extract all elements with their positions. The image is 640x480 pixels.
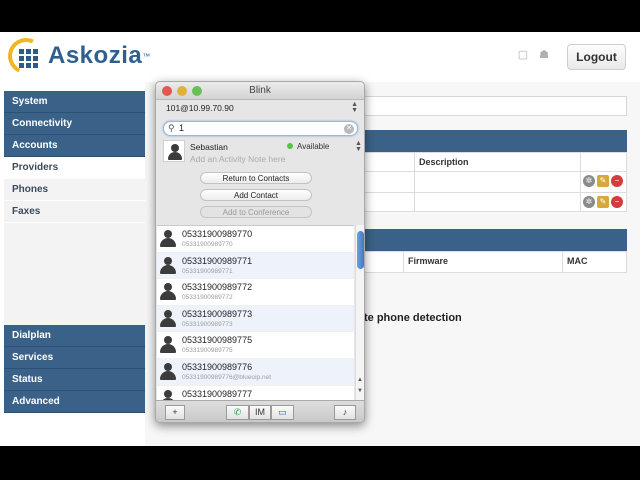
settings-icon[interactable]: ✲: [583, 175, 595, 187]
presence-status[interactable]: Available: [287, 142, 329, 151]
audio-call-icon[interactable]: ✆: [226, 405, 249, 420]
blink-window: Blink 101@10.99.70.90 ▲ ▼ ⚲ 1 ✕ Sebastian…: [155, 81, 365, 423]
window-title: Blink: [249, 85, 271, 96]
edit-icon[interactable]: ✎: [597, 196, 609, 208]
person-icon: [159, 389, 177, 400]
return-to-contacts-button[interactable]: Return to Contacts: [200, 172, 312, 184]
contact-row[interactable]: 05331900989775 05331900989775: [157, 332, 354, 359]
user-icon[interactable]: ☗: [538, 49, 550, 61]
nav-connectivity[interactable]: Connectivity: [4, 113, 145, 135]
phones-column-firmware: Firmware: [408, 256, 449, 266]
nav-phones[interactable]: Phones: [4, 179, 145, 201]
phones-table-header-bar: [360, 229, 627, 251]
nav-system[interactable]: System: [4, 91, 145, 113]
contact-search-results: 05331900989770 05331900989770 0533190098…: [157, 225, 354, 400]
account-label: 101@10.99.70.90: [166, 103, 234, 113]
im-button[interactable]: IM: [249, 405, 271, 420]
contact-name: 05331900989771: [182, 255, 253, 266]
nav-providers[interactable]: Providers: [4, 157, 145, 179]
add-button[interactable]: +: [165, 405, 185, 420]
contact-name: 05331900989775: [182, 335, 253, 346]
nav-advanced[interactable]: Advanced: [4, 391, 145, 413]
presence-dropdown-arrows-icon[interactable]: ▲ ▼: [355, 140, 362, 153]
contact-row[interactable]: 05331900989771 05331900989771: [157, 252, 354, 280]
add-to-conference-button[interactable]: Add to Conference: [200, 206, 312, 218]
my-avatar[interactable]: [163, 140, 185, 162]
askozia-logo-text: Askozia: [48, 42, 143, 69]
page-icon[interactable]: ▢: [517, 49, 529, 61]
nav-status[interactable]: Status: [4, 369, 145, 391]
search-value: 1: [179, 123, 185, 133]
contact-row[interactable]: 05331900989770 05331900989770: [157, 226, 354, 253]
person-icon: [159, 283, 177, 301]
up-down-arrows-icon: ▲ ▼: [351, 101, 358, 114]
logout-button[interactable]: Logout: [567, 44, 626, 70]
person-icon: [159, 336, 177, 354]
contact-row[interactable]: 05331900989772 05331900989772: [157, 279, 354, 306]
nav-faxes[interactable]: Faxes: [4, 201, 145, 223]
contact-row[interactable]: 05331900989773 05331900989773: [157, 305, 354, 333]
contact-name: 05331900989773: [182, 308, 253, 319]
providers-table-header-bar: [360, 130, 627, 152]
contact-uri: 05331900989775: [182, 347, 233, 355]
activity-note-field[interactable]: Add an Activity Note here: [190, 154, 285, 164]
person-icon: [159, 309, 177, 328]
contact-row[interactable]: 05331900989777: [157, 386, 354, 400]
delete-icon[interactable]: −: [611, 175, 623, 187]
askozia-logo[interactable]: Askozia ™: [2, 32, 151, 80]
settings-icon[interactable]: ✲: [583, 196, 595, 208]
person-icon: [159, 256, 177, 275]
contact-uri: 05331900989771: [182, 267, 233, 275]
sidebar-nav: System Connectivity Accounts Providers P…: [4, 91, 145, 413]
provider-row-actions: ✲ ✎ −: [583, 175, 623, 187]
scroll-up-arrow-icon[interactable]: ▲: [357, 377, 363, 383]
scroll-down-arrow-icon[interactable]: ▼: [357, 388, 363, 394]
add-contact-button[interactable]: Add Contact: [200, 189, 312, 201]
notification-bell-icon[interactable]: ♪: [334, 405, 356, 420]
screen-share-icon[interactable]: ▭: [271, 405, 294, 420]
my-display-name: Sebastian: [190, 142, 228, 152]
provider-row-actions: ✲ ✎ −: [583, 196, 623, 208]
screen: Askozia ™ ▢ ☗ Logout System Connectivity…: [0, 32, 640, 446]
phones-column-mac: MAC: [567, 256, 588, 266]
person-icon: [159, 230, 177, 248]
clear-search-icon[interactable]: ✕: [344, 124, 354, 134]
contact-name: 05331900989770: [182, 229, 253, 239]
nav-services[interactable]: Services: [4, 347, 145, 369]
nav-spacer: [4, 223, 145, 325]
nav-dialplan[interactable]: Dialplan: [4, 325, 145, 347]
scrollbar-thumb[interactable]: [357, 231, 364, 269]
contact-list-scrollbar[interactable]: ▲ ▼: [355, 225, 364, 400]
person-icon: [159, 362, 177, 381]
trademark-symbol: ™: [142, 51, 151, 61]
askozia-logo-mark: [2, 32, 50, 80]
contact-uri: 05331900989772: [182, 294, 233, 302]
providers-column-description: Description: [419, 157, 469, 167]
contact-name: 05331900989777: [182, 388, 253, 399]
contact-name: 05331900989776: [182, 361, 253, 372]
status-dot-icon: [287, 143, 293, 149]
edit-icon[interactable]: ✎: [597, 175, 609, 187]
blink-titlebar[interactable]: Blink: [156, 82, 364, 100]
delete-icon[interactable]: −: [611, 196, 623, 208]
contact-uri: 05331900989773: [182, 320, 233, 328]
contact-uri: 05331900989776@blueoip.net: [182, 373, 272, 381]
contact-name: 05331900989772: [182, 282, 253, 293]
account-selector[interactable]: 101@10.99.70.90 ▲ ▼: [156, 100, 364, 117]
presence-label: Available: [297, 142, 330, 151]
contact-row[interactable]: 05331900989776 05331900989776@blueoip.ne…: [157, 358, 354, 386]
person-icon: [167, 143, 183, 161]
phone-detection-button[interactable]: te phone detection: [362, 307, 462, 329]
magnifier-icon: ⚲: [168, 123, 175, 133]
nav-accounts[interactable]: Accounts: [4, 135, 145, 157]
content-input-strip: [360, 96, 627, 116]
blink-bottom-toolbar: + ✆ IM ▭ ♪: [156, 400, 364, 422]
search-field[interactable]: ⚲ 1 ✕: [163, 121, 358, 136]
contact-uri: 05331900989770: [182, 241, 233, 248]
